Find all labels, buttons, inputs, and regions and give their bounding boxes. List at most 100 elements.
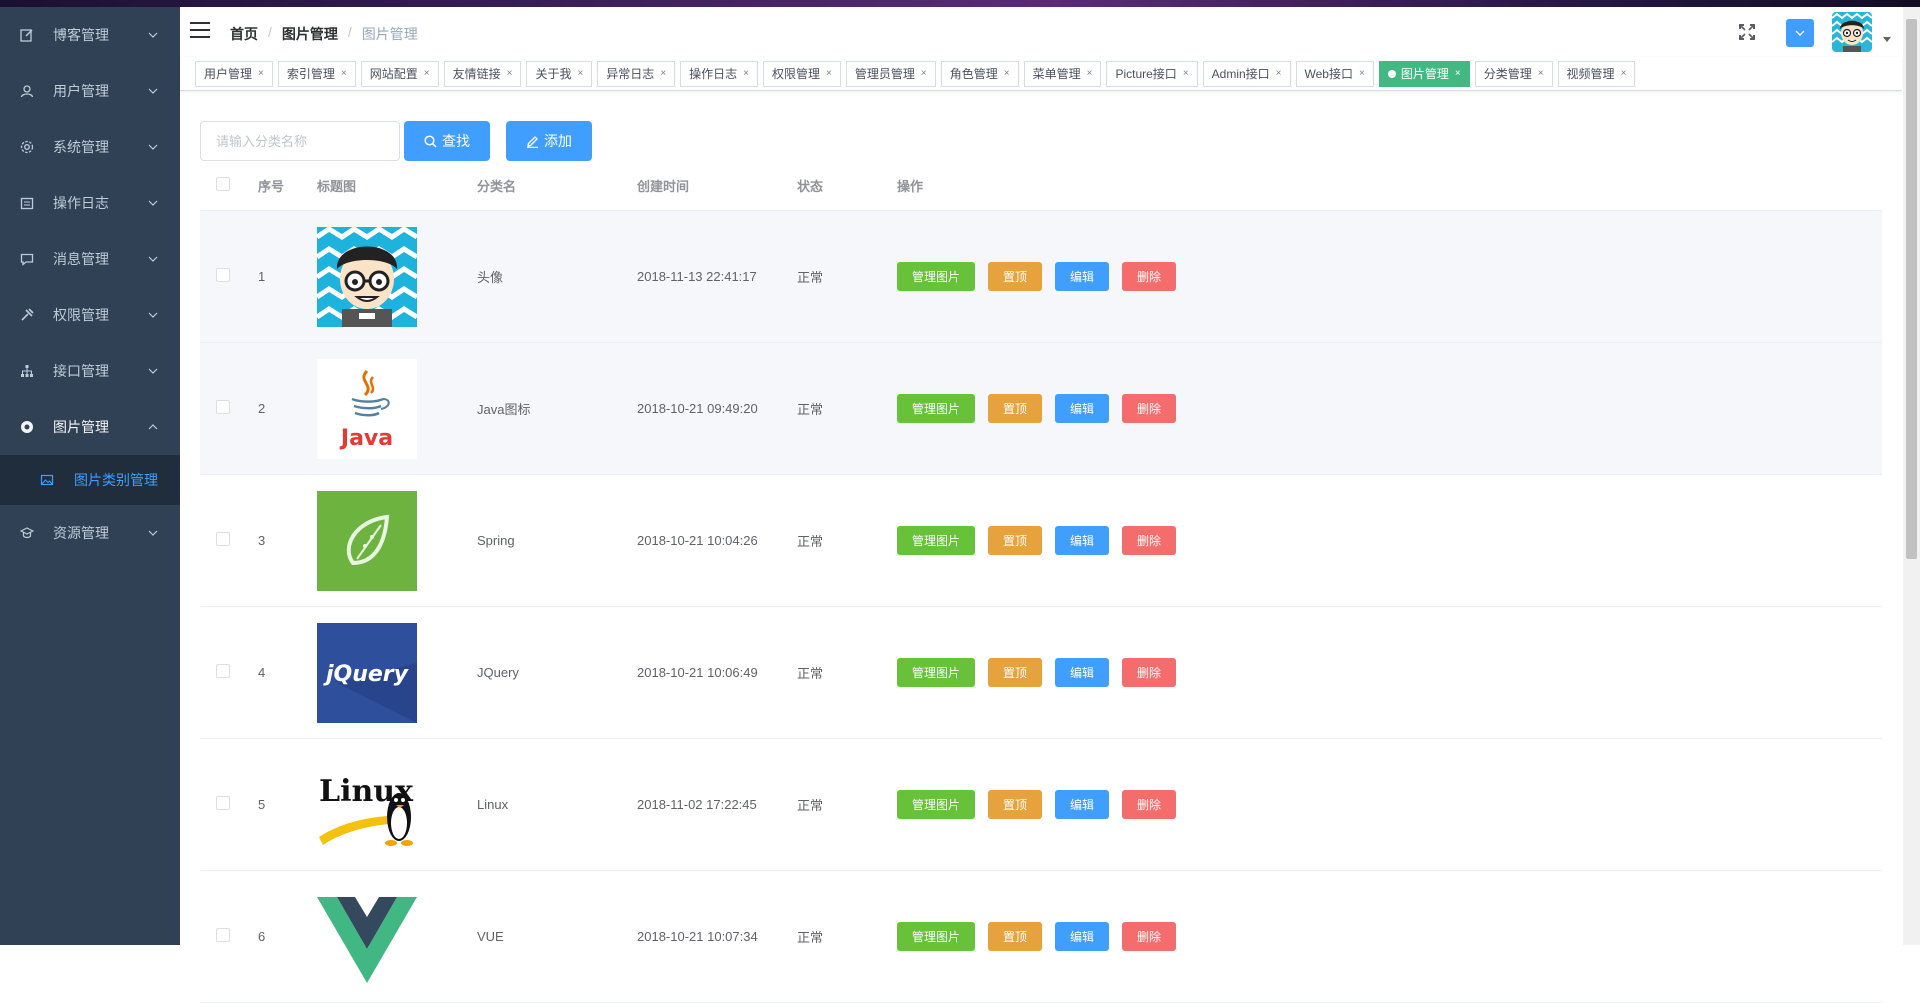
select-all-checkbox[interactable] xyxy=(216,177,230,191)
close-icon[interactable]: × xyxy=(424,62,430,86)
sidebar-item-pictures[interactable]: 图片管理 xyxy=(0,399,180,455)
dropdown-button[interactable] xyxy=(1786,19,1814,47)
row-checkbox[interactable] xyxy=(216,796,230,810)
delete-button[interactable]: 删除 xyxy=(1122,790,1177,819)
manage-images-button[interactable]: 管理图片 xyxy=(897,526,976,555)
tag-user[interactable]: 用户管理 × xyxy=(195,60,273,87)
close-icon[interactable]: × xyxy=(577,62,583,86)
add-button[interactable]: 添加 xyxy=(506,121,592,161)
tag-admin[interactable]: 管理员管理 × xyxy=(845,60,936,87)
edit-button[interactable]: 编辑 xyxy=(1055,790,1110,819)
tag-about[interactable]: 关于我 × xyxy=(526,60,593,87)
row-checkbox[interactable] xyxy=(216,268,230,282)
linux-logo-image[interactable]: Linux xyxy=(317,754,417,855)
manage-images-button[interactable]: 管理图片 xyxy=(897,658,976,687)
close-icon[interactable]: × xyxy=(826,62,832,86)
row-checkbox[interactable] xyxy=(216,664,230,678)
avatar-image[interactable] xyxy=(317,226,417,327)
tag-picture-api[interactable]: Picture接口 × xyxy=(1106,60,1198,87)
avatar[interactable] xyxy=(1832,12,1872,52)
close-icon[interactable]: × xyxy=(1455,62,1461,86)
sidebar-item-permissions[interactable]: 权限管理 xyxy=(0,287,180,343)
close-icon[interactable]: × xyxy=(507,62,513,86)
pin-top-button[interactable]: 置顶 xyxy=(988,526,1043,555)
delete-button[interactable]: 删除 xyxy=(1122,394,1177,423)
tag-label: 图片管理 xyxy=(1400,66,1449,81)
tag-menu[interactable]: 菜单管理 × xyxy=(1023,60,1102,87)
jquery-logo-image[interactable]: jQuery xyxy=(317,622,417,723)
tag-category[interactable]: 分类管理 × xyxy=(1474,60,1553,87)
delete-button[interactable]: 删除 xyxy=(1122,922,1177,951)
edit-button[interactable]: 编辑 xyxy=(1055,922,1110,951)
tag-site-config[interactable]: 网站配置 × xyxy=(360,60,439,87)
close-icon[interactable]: × xyxy=(1276,62,1282,86)
pin-top-button[interactable]: 置顶 xyxy=(988,394,1043,423)
row-checkbox[interactable] xyxy=(216,928,230,942)
search-button[interactable]: 查找 xyxy=(404,121,490,161)
vue-logo-image[interactable] xyxy=(317,886,417,987)
sidebar-subitem-picture-category[interactable]: 图片类别管理 xyxy=(0,455,180,505)
sidebar-item-resources[interactable]: 资源管理 xyxy=(0,505,180,561)
tag-web-api[interactable]: Web接口 × xyxy=(1295,60,1374,87)
tag-index[interactable]: 索引管理 × xyxy=(277,60,356,87)
sidebar-item-messages[interactable]: 消息管理 xyxy=(0,231,180,287)
manage-images-button[interactable]: 管理图片 xyxy=(897,394,976,423)
tag-permission[interactable]: 权限管理 × xyxy=(763,60,841,87)
breadcrumb-section[interactable]: 图片管理 xyxy=(282,24,338,44)
close-icon[interactable]: × xyxy=(743,62,749,86)
pin-top-button[interactable]: 置顶 xyxy=(988,658,1043,687)
close-icon[interactable]: × xyxy=(1183,62,1189,86)
manage-images-button[interactable]: 管理图片 xyxy=(897,262,976,291)
tag-links[interactable]: 友情链接 × xyxy=(443,60,522,87)
close-icon[interactable]: × xyxy=(1538,62,1544,86)
caret-down-icon[interactable] xyxy=(1883,37,1891,42)
pin-top-button[interactable]: 置顶 xyxy=(988,922,1043,951)
sidebar-item-api[interactable]: 接口管理 xyxy=(0,343,180,399)
sidebar-item-blog[interactable]: 博客管理 xyxy=(0,7,180,63)
hamburger-icon[interactable] xyxy=(190,22,210,42)
tag-admin-api[interactable]: Admin接口 × xyxy=(1202,60,1291,87)
category-search-input[interactable] xyxy=(200,121,400,161)
delete-button[interactable]: 删除 xyxy=(1122,526,1177,555)
java-logo-image[interactable]: Java xyxy=(317,358,417,459)
close-icon[interactable]: × xyxy=(1087,62,1093,86)
tag-op-log[interactable]: 操作日志 × xyxy=(680,60,759,87)
pin-top-button[interactable]: 置顶 xyxy=(988,790,1043,819)
chevron-down-icon xyxy=(148,119,158,175)
edit-icon xyxy=(527,135,538,148)
close-icon[interactable]: × xyxy=(1621,62,1627,86)
sidebar-item-system[interactable]: 系统管理 xyxy=(0,119,180,175)
table-row: 5 Linux Linux 2018-11-02 17:22:45 正常 管理图… xyxy=(200,739,1882,871)
manage-images-button[interactable]: 管理图片 xyxy=(897,922,976,951)
row-checkbox[interactable] xyxy=(216,532,230,546)
sidebar-item-users[interactable]: 用户管理 xyxy=(0,63,180,119)
sidebar-item-oplog[interactable]: 操作日志 xyxy=(0,175,180,231)
pin-top-button[interactable]: 置顶 xyxy=(988,262,1043,291)
tag-picture-manage-active[interactable]: 图片管理 × xyxy=(1378,60,1470,87)
scrollbar-thumb[interactable] xyxy=(1906,19,1917,559)
sidebar-item-label: 系统管理 xyxy=(53,139,109,155)
close-icon[interactable]: × xyxy=(1359,62,1365,86)
edit-button[interactable]: 编辑 xyxy=(1055,262,1110,291)
edit-button[interactable]: 编辑 xyxy=(1055,658,1110,687)
close-icon[interactable]: × xyxy=(1004,62,1010,86)
row-name: VUE xyxy=(477,929,504,944)
close-icon[interactable]: × xyxy=(258,62,264,86)
tag-exception-log[interactable]: 异常日志 × xyxy=(597,60,676,87)
edit-button[interactable]: 编辑 xyxy=(1055,526,1110,555)
close-icon[interactable]: × xyxy=(341,62,347,86)
close-icon[interactable]: × xyxy=(660,62,666,86)
delete-button[interactable]: 删除 xyxy=(1122,658,1177,687)
row-checkbox[interactable] xyxy=(216,400,230,414)
delete-button[interactable]: 删除 xyxy=(1122,262,1177,291)
tag-role[interactable]: 角色管理 × xyxy=(940,60,1019,87)
fullscreen-icon[interactable] xyxy=(1738,23,1756,41)
edit-button[interactable]: 编辑 xyxy=(1055,394,1110,423)
close-icon[interactable]: × xyxy=(921,62,927,86)
tag-video[interactable]: 视频管理 × xyxy=(1557,60,1636,87)
breadcrumb-home[interactable]: 首页 xyxy=(230,24,258,44)
tools-icon xyxy=(21,308,34,321)
manage-images-button[interactable]: 管理图片 xyxy=(897,790,976,819)
spring-logo-image[interactable] xyxy=(317,490,417,591)
page-scrollbar[interactable] xyxy=(1903,7,1920,945)
